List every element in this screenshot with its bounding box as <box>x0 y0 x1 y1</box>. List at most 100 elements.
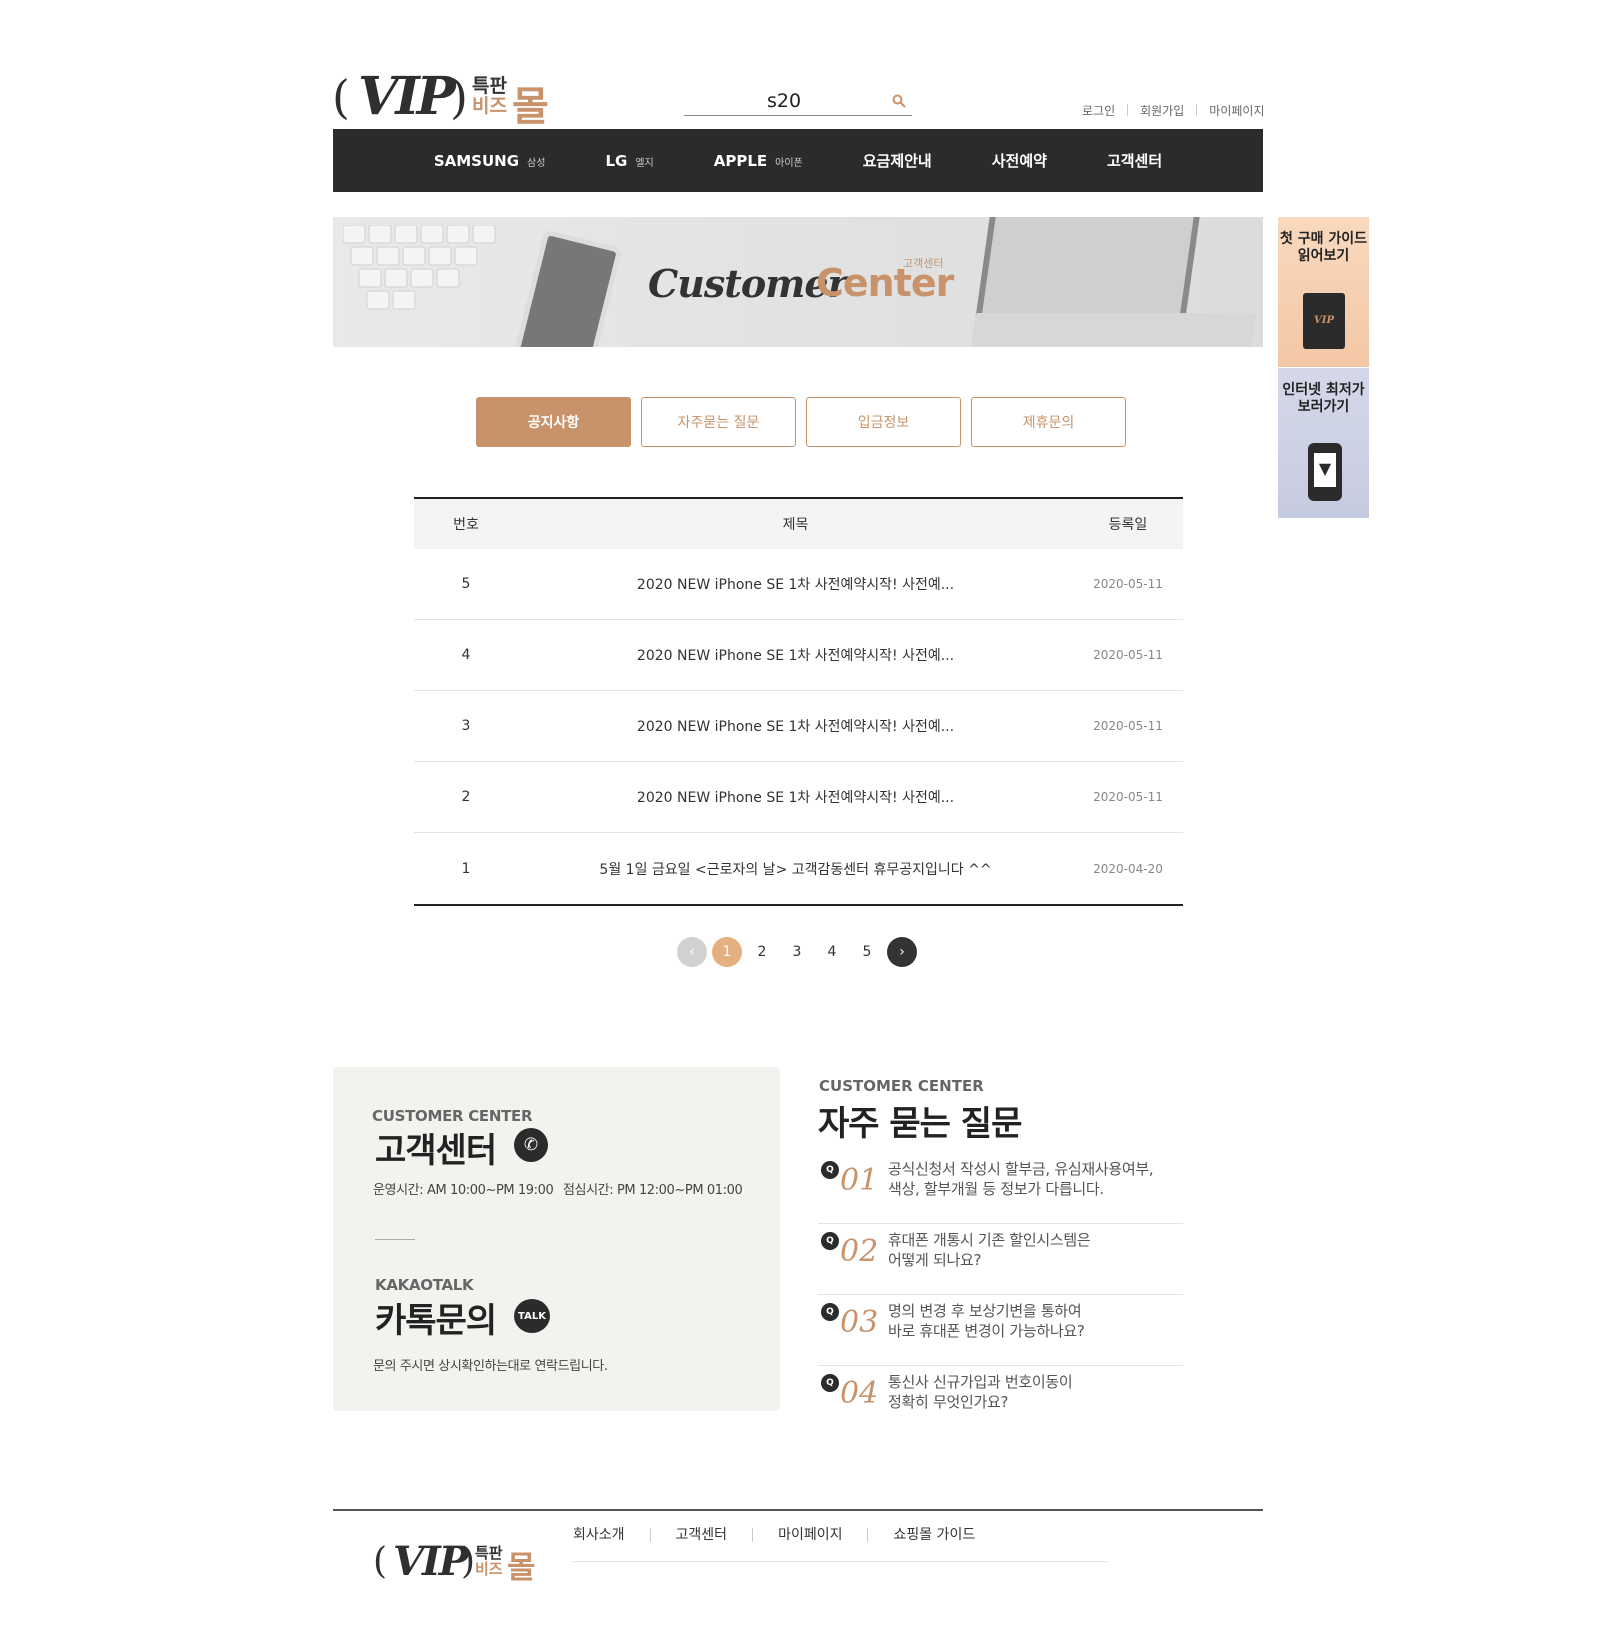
row-date: 2020-04-20 <box>1093 861 1163 876</box>
main-nav: SAMSUNG 삼성 LG 엘지 APPLE 아이폰 요금제안내 사전예약 고객센터 <box>333 129 1263 192</box>
nav-customer-center[interactable]: 고객센터 <box>1107 150 1162 171</box>
phone-icon: ✆ <box>514 1128 548 1162</box>
faq-item[interactable]: Q 04 통신사 신규가입과 번호이동이 정확히 무엇인가요? <box>818 1366 1183 1437</box>
page-5[interactable]: 5 <box>852 937 882 967</box>
logo-sub2: 비즈 <box>472 95 507 117</box>
faq-number: 03 <box>840 1305 879 1340</box>
logo-sub1: 특판 <box>472 75 507 97</box>
side-banner-guide[interactable]: 첫 구매 가이드 읽어보기 VIP <box>1278 217 1369 367</box>
table-row[interactable]: 4 2020 NEW iPhone SE 1차 사전예약시작! 사전예... 2… <box>414 620 1183 691</box>
tab-faq[interactable]: 자주묻는 질문 <box>641 397 796 447</box>
table-row[interactable]: 1 5월 1일 금요일 <근로자의 날> 고객감동센터 휴무공지입니다 ^^ 2… <box>414 833 1183 904</box>
table-row[interactable]: 2 2020 NEW iPhone SE 1차 사전예약시작! 사전예... 2… <box>414 762 1183 833</box>
nav-label: APPLE <box>713 151 768 170</box>
footer-divider <box>333 1509 1263 1511</box>
book-badge: VIP <box>1314 315 1334 326</box>
logo-vip: VIP <box>393 1538 469 1585</box>
row-num: 2 <box>461 789 471 805</box>
nav-apple[interactable]: APPLE 아이폰 <box>714 152 803 170</box>
page-4[interactable]: 4 <box>817 937 847 967</box>
nav-samsung[interactable]: SAMSUNG 삼성 <box>434 152 546 170</box>
prev-page-button[interactable]: ‹ <box>677 937 707 967</box>
footer-link-about[interactable]: 회사소개 <box>573 1526 650 1544</box>
cs-hours: 운영시간: AM 10:00~PM 19:00 <box>373 1183 554 1198</box>
table-row[interactable]: 5 2020 NEW iPhone SE 1차 사전예약시작! 사전예... 2… <box>414 549 1183 620</box>
signup-link[interactable]: 회원가입 <box>1128 102 1196 119</box>
row-title[interactable]: 2020 NEW iPhone SE 1차 사전예약시작! 사전예... <box>518 645 1073 665</box>
faq-line: 통신사 신규가입과 번호이동이 <box>888 1373 1073 1391</box>
row-date: 2020-05-11 <box>1093 577 1163 591</box>
laurel-left-icon: ( <box>332 70 350 124</box>
header-num: 번호 <box>453 517 479 533</box>
row-title[interactable]: 2020 NEW iPhone SE 1차 사전예약시작! 사전예... <box>518 787 1073 807</box>
q-badge-icon: Q <box>821 1374 839 1392</box>
table-header: 번호 제목 등록일 <box>414 499 1183 549</box>
search-input[interactable] <box>684 88 884 114</box>
cs-lunch: 점심시간: PM 12:00~PM 01:00 <box>563 1183 743 1198</box>
faq-item[interactable]: Q 03 명의 변경 후 보상기변을 통하여 바로 휴대폰 변경이 가능하나요? <box>818 1295 1183 1366</box>
row-title[interactable]: 5월 1일 금요일 <근로자의 날> 고객감동센터 휴무공지입니다 ^^ <box>518 859 1073 879</box>
footer-link-guide[interactable]: 쇼핑몰 가이드 <box>868 1526 1000 1544</box>
keyboard-image <box>343 225 496 310</box>
login-link[interactable]: 로그인 <box>1070 102 1127 119</box>
nav-label: 사전예약 <box>991 152 1047 170</box>
search-box <box>684 88 912 116</box>
notice-table: 번호 제목 등록일 5 2020 NEW iPhone SE 1차 사전예약시작… <box>414 497 1183 906</box>
footer-logo[interactable]: ( VIP ) 특판 비즈 몰 <box>373 1538 573 1588</box>
laptop-image <box>974 217 1202 322</box>
search-icon[interactable] <box>892 94 906 108</box>
row-title[interactable]: 2020 NEW iPhone SE 1차 사전예약시작! 사전예... <box>518 716 1073 736</box>
nav-label: SAMSUNG <box>433 151 520 170</box>
row-num: 4 <box>461 647 471 663</box>
banner-title-accent: Center <box>816 261 954 305</box>
side-banner-internet[interactable]: 인터넷 최저가 보러가기 ▼ <box>1278 368 1369 518</box>
faq-title: 자주 묻는 질문 <box>818 1104 1022 1144</box>
kakao-title: 카톡문의 <box>375 1301 497 1341</box>
faq-text: 휴대폰 개통시 기존 할인시스템은 어떻게 되나요? <box>888 1230 1183 1270</box>
q-badge-icon: Q <box>821 1161 839 1179</box>
nav-sublabel: 삼성 <box>527 157 546 169</box>
faq-text: 공식신청서 작성시 할부금, 유심재사용여부, 색상, 할부개월 등 정보가 다릅… <box>888 1159 1183 1199</box>
nav-plans[interactable]: 요금제안내 <box>863 150 932 171</box>
row-date: 2020-05-11 <box>1093 790 1163 804</box>
kakao-en-label: KAKAOTALK <box>375 1276 474 1294</box>
row-num: 3 <box>461 718 471 734</box>
tab-notice[interactable]: 공지사항 <box>476 397 631 447</box>
row-title[interactable]: 2020 NEW iPhone SE 1차 사전예약시작! 사전예... <box>518 574 1073 594</box>
page-1[interactable]: 1 <box>712 937 742 967</box>
customer-center-box: CUSTOMER CENTER 고객센터 ✆ 운영시간: AM 10:00~PM… <box>333 1067 780 1411</box>
next-page-button[interactable]: › <box>887 937 917 967</box>
faq-line: 바로 휴대폰 변경이 가능하나요? <box>888 1322 1085 1340</box>
nav-sublabel: 아이폰 <box>775 157 803 169</box>
logo-sub1: 특판 <box>475 1544 503 1562</box>
top-links: 로그인 회원가입 마이페이지 <box>1070 101 1277 119</box>
nav-label: 요금제안내 <box>862 152 932 170</box>
kakao-desc: 문의 주시면 상시확인하는대로 연락드립니다. <box>373 1359 608 1374</box>
logo-mall: 몰 <box>507 1550 536 1586</box>
header-title: 제목 <box>782 517 809 533</box>
nav-preorder[interactable]: 사전예약 <box>992 150 1047 171</box>
footer-link-mypage[interactable]: 마이페이지 <box>753 1526 867 1544</box>
nav-label: LG <box>605 151 628 170</box>
tab-partnership[interactable]: 제휴문의 <box>971 397 1126 447</box>
page-2[interactable]: 2 <box>747 937 777 967</box>
tab-deposit[interactable]: 입금정보 <box>806 397 961 447</box>
side-banner-text: 첫 구매 가이드 읽어보기 <box>1279 231 1368 264</box>
mypage-link[interactable]: 마이페이지 <box>1197 102 1276 119</box>
laurel-right-icon: ) <box>450 70 468 124</box>
faq-number: 01 <box>840 1163 879 1198</box>
cs-title: 고객센터 <box>375 1131 497 1171</box>
faq-line: 색상, 할부개월 등 정보가 다릅니다. <box>888 1180 1104 1198</box>
faq-item[interactable]: Q 01 공식신청서 작성시 할부금, 유심재사용여부, 색상, 할부개월 등 정… <box>818 1153 1183 1224</box>
page-banner: 고객센터 Customer Center <box>333 217 1263 347</box>
laurel-right-icon: ) <box>461 1541 476 1582</box>
faq-text: 통신사 신규가입과 번호이동이 정확히 무엇인가요? <box>888 1372 1183 1412</box>
site-logo[interactable]: ( VIP ) 특판 비즈 몰 <box>332 66 562 130</box>
faq-item[interactable]: Q 02 휴대폰 개통시 기존 할인시스템은 어떻게 되나요? <box>818 1224 1183 1295</box>
faq-number: 04 <box>840 1376 879 1411</box>
footer-link-cs[interactable]: 고객센터 <box>651 1526 753 1544</box>
page-3[interactable]: 3 <box>782 937 812 967</box>
nav-lg[interactable]: LG 엘지 <box>605 152 653 170</box>
table-row[interactable]: 3 2020 NEW iPhone SE 1차 사전예약시작! 사전예... 2… <box>414 691 1183 762</box>
side-banner-text: 인터넷 최저가 보러가기 <box>1282 382 1365 415</box>
